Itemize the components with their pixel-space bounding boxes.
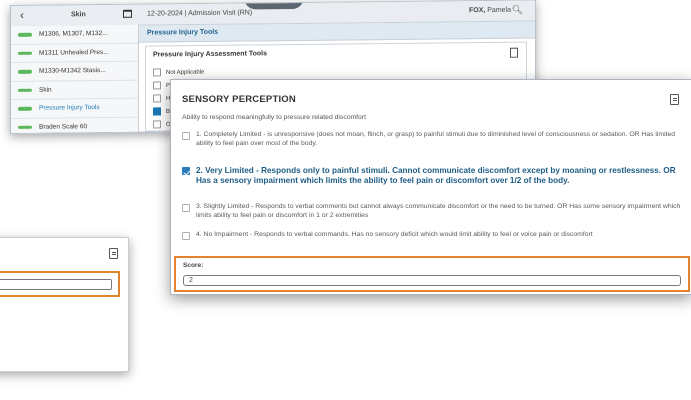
sidebar-item-label: M1311 Unhealed Pres... xyxy=(39,48,109,57)
tool-option[interactable]: O xyxy=(153,120,171,129)
patient-name: FOX, Pamela xyxy=(469,7,511,14)
checkbox-icon[interactable] xyxy=(182,132,190,140)
sidebar: M1306, M1307, M132... M1311 Unhealed Pre… xyxy=(11,24,139,134)
sidebar-item[interactable]: M1330-M1342 Stasis... xyxy=(11,61,138,82)
tools-title: Pressure Injury Assessment Tools xyxy=(153,50,267,59)
sidebar-item-label: Braden Scale 60 xyxy=(39,122,88,131)
status-pill-icon xyxy=(18,69,32,74)
checkbox-checked-icon[interactable] xyxy=(153,107,161,116)
checkbox-icon[interactable] xyxy=(153,94,161,103)
back-chevron-icon[interactable]: ‹ xyxy=(20,8,24,22)
card-description: Ability to respond meaningfully to press… xyxy=(182,114,366,121)
sidebar-item[interactable]: M1311 Unhealed Pres... xyxy=(11,43,138,63)
tool-option-label: Not Applicable xyxy=(166,69,205,76)
status-pill-icon xyxy=(18,32,32,37)
sensory-perception-card: SENSORY PERCEPTION Ability to respond me… xyxy=(170,79,691,295)
tool-option[interactable]: H xyxy=(153,94,170,103)
score-field[interactable] xyxy=(0,279,112,290)
choice-text: 2. Very Limited - Responds only to painf… xyxy=(196,166,676,185)
main-panel-title: Pressure Injury Tools xyxy=(139,21,535,43)
choice-text: 4. No Impairment - Responds to verbal co… xyxy=(196,231,593,238)
sidebar-item[interactable]: Braden Scale 60 xyxy=(11,117,138,134)
sidebar-item-active[interactable]: Pressure Injury Tools xyxy=(11,98,138,119)
score-label: Score: xyxy=(183,262,204,269)
visit-info: 12-20-2024 | Admission Visit (RN) xyxy=(147,9,253,18)
sidebar-item-label: Skin xyxy=(39,86,52,94)
checkbox-icon[interactable] xyxy=(153,120,161,129)
document-icon[interactable] xyxy=(109,248,118,259)
status-pill-icon xyxy=(18,88,32,92)
choice-option[interactable]: 4. No Impairment - Responds to verbal co… xyxy=(182,231,682,240)
choice-option-selected[interactable]: 2. Very Limited - Responds only to painf… xyxy=(182,166,682,185)
checkbox-icon[interactable] xyxy=(153,68,161,77)
device-notch xyxy=(244,0,304,10)
document-icon[interactable] xyxy=(510,47,518,58)
tool-option[interactable]: Not Applicable xyxy=(153,68,204,77)
score-highlight xyxy=(0,271,120,297)
score-highlight: Score: xyxy=(174,256,690,292)
tool-option[interactable]: P xyxy=(153,81,170,90)
sidebar-item[interactable]: M1306, M1307, M132... xyxy=(11,24,138,45)
sidebar-item-label: Pressure Injury Tools xyxy=(39,104,100,112)
checkbox-icon[interactable] xyxy=(182,232,190,240)
status-pill-icon xyxy=(18,125,32,129)
choice-option[interactable]: 1. Completely Limited - is unresponsive … xyxy=(182,131,682,148)
status-pill-icon xyxy=(18,51,32,55)
score-input[interactable] xyxy=(183,275,681,286)
section-title: Skin xyxy=(71,11,86,19)
patient-first-name: Pamela xyxy=(487,6,511,15)
checkbox-checked-icon[interactable] xyxy=(182,167,190,175)
partial-score-card xyxy=(0,237,129,372)
patient-last-name: FOX, xyxy=(468,7,486,15)
tool-option[interactable]: B xyxy=(153,107,170,116)
choice-option[interactable]: 3. Slightly Limited - Responds to verbal… xyxy=(182,203,682,220)
status-pill-icon xyxy=(18,106,32,111)
checkbox-icon[interactable] xyxy=(182,204,190,212)
sidebar-item[interactable]: Skin xyxy=(11,80,138,100)
checkbox-icon[interactable] xyxy=(153,81,161,90)
document-icon[interactable] xyxy=(670,94,679,105)
sidebar-item-label: M1306, M1307, M132... xyxy=(39,29,108,38)
card-title: SENSORY PERCEPTION xyxy=(182,94,296,105)
choice-text: 3. Slightly Limited - Responds to verbal… xyxy=(196,203,681,219)
choice-text: 1. Completely Limited - is unresponsive … xyxy=(196,131,676,147)
calendar-icon[interactable] xyxy=(123,9,132,18)
sidebar-item-label: M1330-M1342 Stasis... xyxy=(39,66,106,75)
search-icon[interactable]: 🔍︎ xyxy=(512,5,523,16)
